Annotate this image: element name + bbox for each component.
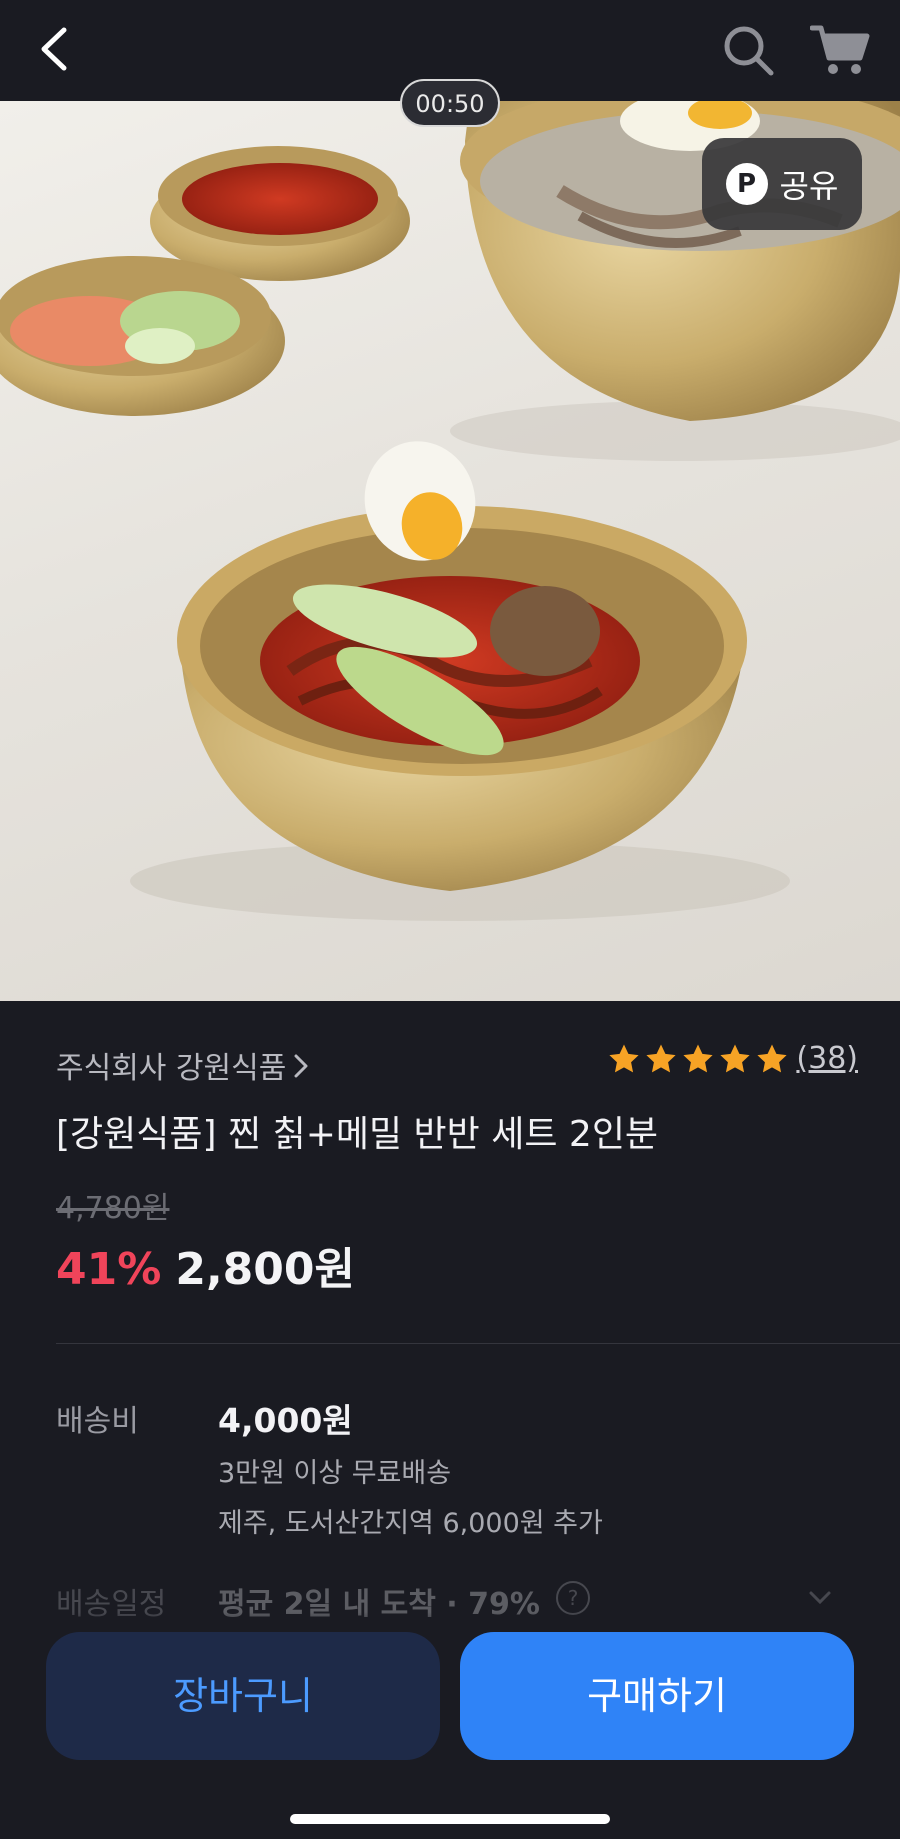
buy-now-button[interactable]: 구매하기 bbox=[460, 1632, 854, 1760]
sale-price: 2,800원 bbox=[175, 1244, 355, 1295]
star-rating bbox=[607, 1042, 792, 1076]
product-title: [강원식품] 찐 칡+메밀 반반 세트 2인분 bbox=[56, 1114, 659, 1155]
bottom-action-bar: 장바구니 구매하기 bbox=[0, 1612, 900, 1839]
star-icon bbox=[646, 1044, 676, 1072]
add-to-cart-button[interactable]: 장바구니 bbox=[46, 1632, 440, 1760]
star-icon bbox=[720, 1044, 750, 1072]
chevron-left-icon bbox=[41, 27, 67, 71]
brand-link[interactable]: 주식회사 강원식품 bbox=[56, 1043, 308, 1087]
cart-button[interactable] bbox=[809, 24, 870, 76]
brand-name: 주식회사 강원식품 bbox=[56, 1051, 287, 1086]
remote-area-extra-fee: 제주, 도서산간지역 6,000원 추가 bbox=[218, 1508, 603, 1539]
naengmyeon-illustration bbox=[0, 101, 900, 921]
star-icon bbox=[683, 1044, 713, 1072]
star-icon bbox=[609, 1044, 639, 1072]
search-icon bbox=[724, 26, 774, 76]
star-icon bbox=[757, 1044, 787, 1072]
chevron-right-icon bbox=[294, 1054, 308, 1078]
back-button[interactable] bbox=[36, 26, 76, 72]
review-count-link[interactable]: (38) bbox=[796, 1041, 858, 1076]
shipping-fee-value: 4,000원 bbox=[218, 1401, 353, 1440]
discount-rate: 41% bbox=[56, 1244, 162, 1295]
cart-icon bbox=[809, 25, 870, 74]
share-button[interactable]: P 공유 bbox=[702, 138, 862, 230]
free-shipping-condition: 3만원 이상 무료배송 bbox=[218, 1458, 452, 1489]
shipping-fee-label: 배송비 bbox=[56, 1404, 139, 1439]
chevron-down-icon bbox=[809, 1591, 831, 1605]
search-button[interactable] bbox=[720, 22, 776, 78]
video-timer: 00:50 bbox=[400, 79, 500, 127]
share-label: 공유 bbox=[779, 167, 839, 205]
rating: (38) bbox=[607, 1041, 858, 1076]
divider bbox=[56, 1343, 900, 1344]
product-image-video[interactable] bbox=[0, 101, 900, 1001]
original-price: 4,780원 bbox=[56, 1191, 170, 1226]
help-icon[interactable]: ? bbox=[556, 1581, 590, 1615]
price-row: 41% 2,800원 bbox=[56, 1233, 355, 1297]
point-icon: P bbox=[725, 163, 768, 205]
home-indicator bbox=[290, 1814, 610, 1824]
